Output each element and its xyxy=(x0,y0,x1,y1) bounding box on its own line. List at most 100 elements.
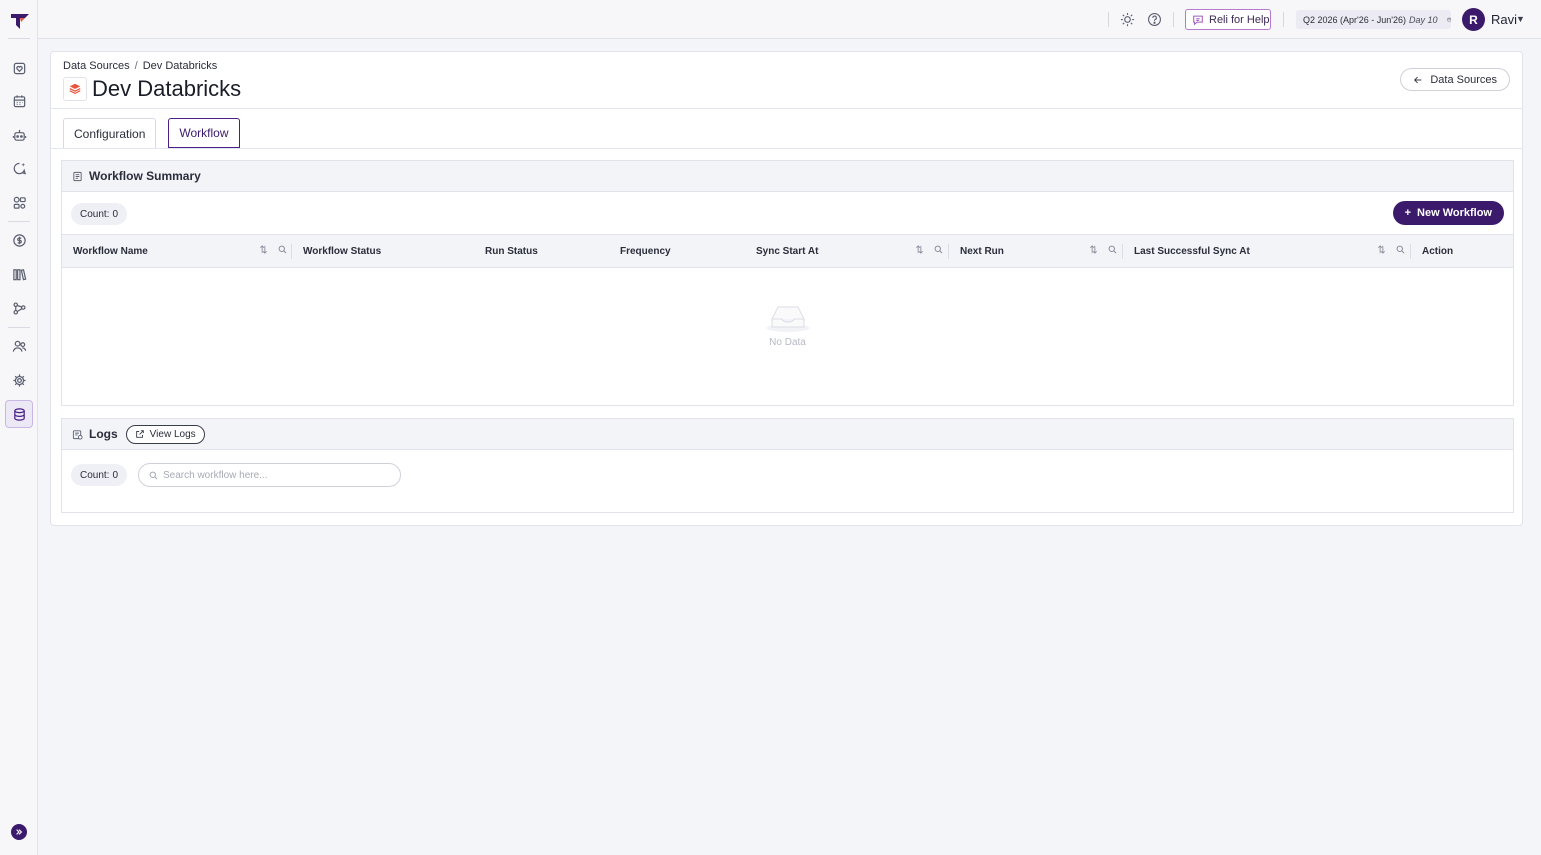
dollar-icon[interactable] xyxy=(6,227,32,253)
logs-icon xyxy=(72,429,83,440)
workflow-summary-title: Workflow Summary xyxy=(89,169,201,183)
quarter-selector[interactable]: Q2 2026 (Apr'26 - Jun'26) Day 10 xyxy=(1296,10,1451,29)
search-icon xyxy=(149,471,158,479)
column-divider xyxy=(291,244,292,259)
robot-icon[interactable] xyxy=(6,122,32,148)
new-workflow-label: New Workflow xyxy=(1417,207,1492,219)
logs-header: Logs View Logs xyxy=(62,419,1513,450)
back-to-data-sources-button[interactable]: Data Sources xyxy=(1400,68,1510,91)
column-header-action: Action xyxy=(1422,246,1454,257)
theme-toggle-icon[interactable] xyxy=(1119,11,1136,28)
people-icon[interactable] xyxy=(6,333,32,359)
shield-heart-icon[interactable] xyxy=(6,55,32,81)
calendar-icon[interactable] xyxy=(6,88,32,114)
view-logs-label: View Logs xyxy=(149,428,196,440)
search-icon[interactable] xyxy=(1108,245,1117,254)
quarter-day: Day 10 xyxy=(1409,14,1438,25)
sidebar-divider xyxy=(8,327,30,328)
help-circle-icon[interactable] xyxy=(1146,11,1163,28)
breadcrumb-root-link[interactable]: Data Sources xyxy=(63,60,130,72)
search-icon[interactable] xyxy=(1396,245,1405,254)
user-name[interactable]: Ravi xyxy=(1491,12,1517,27)
sort-icon[interactable] xyxy=(1089,245,1098,254)
plus-icon: + xyxy=(1404,207,1412,219)
settings-gear-icon[interactable] xyxy=(6,367,32,393)
sort-icon[interactable] xyxy=(1377,245,1386,254)
count-label: Count: xyxy=(80,469,110,481)
chat-bot-icon xyxy=(1193,15,1203,25)
sidebar-divider xyxy=(8,38,30,39)
tab-configuration[interactable]: Configuration xyxy=(63,118,157,148)
top-header: Reli for Help Q2 2026 (Apr'26 - Jun'26) … xyxy=(38,0,1541,39)
column-header-sync-start-at: Sync Start At xyxy=(756,246,819,257)
database-icon[interactable] xyxy=(5,400,33,428)
header-divider xyxy=(1283,12,1284,27)
header-divider xyxy=(1173,12,1174,27)
title-row: Dev Databricks xyxy=(63,76,241,102)
column-header-workflow-name: Workflow Name xyxy=(73,246,148,257)
count-label: Count: xyxy=(80,208,110,220)
reli-help-button[interactable]: Reli for Help xyxy=(1185,9,1271,30)
sort-icon[interactable] xyxy=(259,245,268,254)
user-avatar[interactable]: R xyxy=(1462,8,1485,31)
workflow-count-badge: Count: 0 xyxy=(71,203,128,225)
column-tools xyxy=(915,245,943,254)
reli-help-label: Reli for Help xyxy=(1209,13,1270,26)
sidebar-divider xyxy=(8,221,30,222)
quarter-label: Q2 2026 (Apr'26 - Jun'26) xyxy=(1303,14,1406,25)
column-tools xyxy=(1089,245,1117,254)
search-icon[interactable] xyxy=(278,245,287,254)
external-link-icon xyxy=(135,430,144,438)
back-button-label: Data Sources xyxy=(1430,73,1497,86)
workflow-summary-header: Workflow Summary xyxy=(62,161,1513,192)
breadcrumb-current: Dev Databricks xyxy=(142,60,218,72)
header-divider xyxy=(51,108,1522,109)
library-icon[interactable] xyxy=(6,261,32,287)
column-divider xyxy=(1410,244,1411,259)
main-card: Data Sources / Dev Databricks Dev Databr… xyxy=(50,51,1523,526)
page-title: Dev Databricks xyxy=(92,76,242,101)
flow-icon[interactable] xyxy=(6,295,32,321)
sort-icon[interactable] xyxy=(915,245,924,254)
logs-panel: Logs View Logs Count: 0 xyxy=(61,418,1514,513)
column-header-run-status: Run Status xyxy=(485,246,538,257)
header-divider xyxy=(1108,12,1109,27)
arrow-left-icon xyxy=(1414,76,1422,83)
column-tools xyxy=(259,245,287,254)
empty-inbox-icon xyxy=(765,306,810,332)
column-divider xyxy=(1122,244,1123,259)
workflow-table-header: Workflow Name Workflow Status Run Status… xyxy=(62,234,1513,268)
sidebar xyxy=(0,0,38,855)
logs-title: Logs xyxy=(89,427,118,441)
column-divider xyxy=(948,244,949,259)
org-chart-icon[interactable] xyxy=(6,189,32,215)
chevron-down-icon[interactable]: ▼ xyxy=(1516,14,1525,24)
workflow-search-box[interactable] xyxy=(138,463,401,487)
search-workflow-input[interactable] xyxy=(163,469,383,481)
count-value: 0 xyxy=(112,208,119,220)
tab-workflow[interactable]: Workflow xyxy=(168,118,240,148)
app-logo[interactable] xyxy=(9,10,31,32)
empty-state: No Data xyxy=(62,301,1513,348)
document-list-icon xyxy=(73,171,82,181)
count-value: 0 xyxy=(112,469,119,481)
empty-state-text: No Data xyxy=(769,337,806,348)
expand-sidebar-button[interactable] xyxy=(11,824,27,840)
new-workflow-button[interactable]: + New Workflow xyxy=(1392,201,1504,225)
calendar-icon xyxy=(1446,17,1451,22)
workflow-summary-panel: Workflow Summary Count: 0 + New Workflow… xyxy=(61,160,1514,406)
column-header-workflow-status: Workflow Status xyxy=(303,246,382,257)
column-header-frequency: Frequency xyxy=(620,246,671,257)
logs-count-badge: Count: 0 xyxy=(71,464,128,486)
column-header-last-successful-sync-at: Last Successful Sync At xyxy=(1134,246,1250,257)
breadcrumb-separator: / xyxy=(134,60,138,72)
view-logs-button[interactable]: View Logs xyxy=(125,424,205,444)
tabs-divider xyxy=(51,148,1522,149)
column-header-next-run: Next Run xyxy=(960,246,1004,257)
column-tools xyxy=(1377,245,1405,254)
breadcrumb: Data Sources / Dev Databricks xyxy=(63,60,217,72)
chat-sparkle-icon[interactable] xyxy=(6,155,32,181)
databricks-icon xyxy=(63,77,87,101)
tab-bar: Configuration Workflow xyxy=(63,118,240,148)
search-icon[interactable] xyxy=(934,245,943,254)
